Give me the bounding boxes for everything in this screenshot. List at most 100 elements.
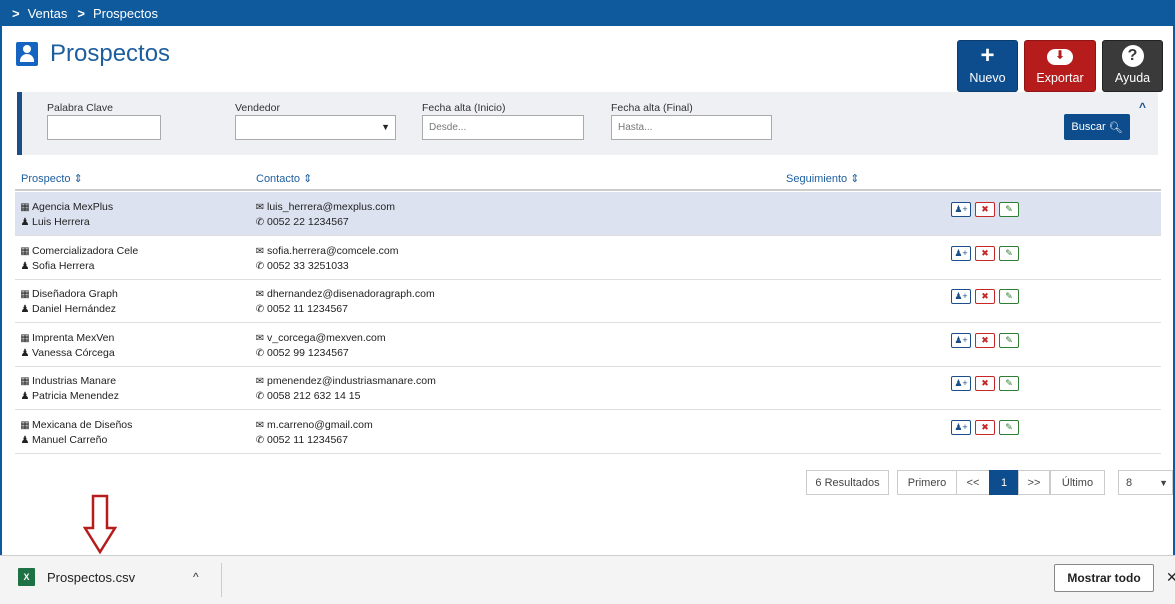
contact-phone: 0052 22 1234567 [267,216,349,228]
cloud-download-icon [1047,48,1073,65]
building-icon: ▦ [20,245,30,257]
prospect-cell: ▦ Diseñadora Graph ♟ Daniel Hernández [20,287,118,317]
edit-icon: ✎ [1005,291,1013,301]
end-date-input[interactable]: Hasta... [611,115,772,140]
table-row[interactable]: ▦ Industrias Manare ♟ Patricia Menendez ✉ pme… [15,366,1161,410]
page-header: Prospectos [16,40,170,68]
search-icon: 🔍︎ [1108,121,1123,134]
table-row[interactable]: ▦ Agencia MexPlus ♟ Luis Herrera ✉ luis_herre… [15,192,1161,236]
contact-email[interactable]: v_corcega@mexven.com [267,332,386,344]
add-user-button[interactable]: ♟+ [951,332,971,348]
add-user-button[interactable]: ♟+ [951,289,971,304]
show-all-button[interactable]: Mostrar todo [1054,564,1154,592]
export-button[interactable]: Exportar [1024,40,1096,92]
building-icon: ▦ [20,202,30,213]
column-header-followup[interactable]: Seguimiento ⇕ [786,172,859,185]
add-user-button[interactable]: ♟+ [951,245,971,261]
add-user-button[interactable]: ♟+ [951,202,971,217]
search-button[interactable]: Buscar 🔍︎ [1064,114,1130,140]
person-name: Luis Herrera [32,216,90,228]
add-user-button[interactable]: ♟+ [951,376,971,391]
edit-button[interactable]: ✎ [999,332,1019,348]
edit-button[interactable]: ✎ [999,202,1019,217]
column-header-contact[interactable]: Contacto ⇕ [256,172,312,185]
chevron-right-icon: > [77,5,85,21]
building-icon: ▦ [20,419,30,431]
page-first-button[interactable]: Primero [897,470,957,495]
start-date-input[interactable]: Desde... [422,115,584,140]
seller-select[interactable]: ▼ [235,115,396,140]
delete-button[interactable]: ✖ [975,419,995,435]
delete-button[interactable]: ✖ [975,332,995,348]
keyword-label: Palabra Clave [47,102,113,114]
page-prev-button[interactable]: << [956,470,990,495]
page-size-select[interactable]: 8 ▼ [1118,470,1173,495]
envelope-icon: ✉ [255,332,265,344]
table-row[interactable]: ▦ Diseñadora Graph ♟ Daniel Hernández ✉ dhern… [15,279,1161,323]
contact-email[interactable]: dhernandez@disenadoragraph.com [267,288,435,300]
user-icon [16,42,38,66]
phone-icon: ✆ [255,304,265,315]
end-date-label: Fecha alta (Final) [611,102,693,114]
add-user-button[interactable]: ♟+ [951,419,971,435]
contact-cell: ✉ dhernandez@disenadoragraph.com ✆ 0052 11 … [255,287,435,317]
contact-email[interactable]: luis_herrera@mexplus.com [267,201,395,213]
edit-icon: ✎ [1005,378,1013,388]
page-1-button[interactable]: 1 [989,470,1019,495]
table-row[interactable]: ▦ Comercializadora Cele ♟ Sofia Herrera ✉ sof… [15,236,1161,280]
help-button[interactable]: ? Ayuda [1102,40,1163,92]
edit-icon: ✎ [1005,204,1013,214]
edit-button[interactable]: ✎ [999,245,1019,261]
prospect-cell: ▦ Mexicana de Diseños ♟ Manuel Carreño [20,418,132,448]
edit-icon: ✎ [1005,334,1013,345]
prospect-cell: ▦ Agencia MexPlus ♟ Luis Herrera [20,200,113,230]
contact-email[interactable]: pmenendez@industriasmanare.com [267,375,436,387]
chevron-up-icon[interactable]: ^ [193,570,199,584]
contact-cell: ✉ sofia.herrera@comcele.com ✆ 0052 33 32510… [255,244,399,274]
edit-button[interactable]: ✎ [999,419,1019,435]
envelope-icon: ✉ [255,419,265,431]
contact-phone: 0052 33 3251033 [267,259,349,272]
envelope-icon: ✉ [255,289,265,300]
keyword-input[interactable] [47,115,161,140]
breadcrumb-prospectos[interactable]: Prospectos [93,6,158,21]
contact-email[interactable]: sofia.herrera@comcele.com [267,245,398,257]
phone-icon: ✆ [255,347,265,359]
caret-down-icon: ▼ [1159,477,1168,488]
table-row[interactable]: ▦ Imprenta MexVen ♟ Vanessa Córcega ✉ v_corce… [15,323,1161,367]
delete-button[interactable]: ✖ [975,376,995,391]
edit-button[interactable]: ✎ [999,376,1019,391]
export-button-label: Exportar [1036,71,1084,85]
person-name: Patricia Menendez [32,390,119,402]
prospect-cell: ▦ Imprenta MexVen ♟ Vanessa Córcega [20,331,114,361]
contact-email[interactable]: m.carreno@gmail.com [267,419,373,431]
person-icon: ♟ [20,260,30,272]
breadcrumb-ventas[interactable]: Ventas [28,6,68,21]
close-icon: ✖ [981,334,989,345]
question-icon: ? [1121,45,1144,67]
delete-button[interactable]: ✖ [975,245,995,261]
column-header-prospect[interactable]: Prospecto ⇕ [21,172,83,185]
page-last-button[interactable]: Último [1050,470,1105,495]
company-name: Agencia MexPlus [32,201,114,213]
close-icon: ✖ [981,204,989,214]
table-row[interactable]: ▦ Mexicana de Diseños ♟ Manuel Carreño ✉ m.ca… [15,410,1161,454]
company-name: Industrias Manare [32,375,117,387]
collapse-chevron-icon[interactable]: ^ [1139,100,1146,114]
new-button[interactable]: + Nuevo [957,40,1018,92]
caret-down-icon: ▼ [381,122,390,132]
edit-button[interactable]: ✎ [999,289,1019,304]
close-icon: ✖ [981,378,989,388]
person-name: Manuel Carreño [32,433,108,446]
search-button-label: Buscar [1071,121,1106,133]
delete-button[interactable]: ✖ [975,289,995,304]
person-icon: ♟ [20,217,30,228]
page-next-button[interactable]: >> [1018,470,1050,495]
prospect-cell: ▦ Comercializadora Cele ♟ Sofia Herrera [20,244,138,274]
download-item[interactable]: X Prospectos.csv [18,568,135,586]
excel-file-icon: X [18,568,35,586]
phone-icon: ✆ [255,260,265,272]
contact-phone: 0052 11 1234567 [267,433,348,446]
close-icon[interactable]: ✕ [1166,569,1175,586]
delete-button[interactable]: ✖ [975,202,995,217]
